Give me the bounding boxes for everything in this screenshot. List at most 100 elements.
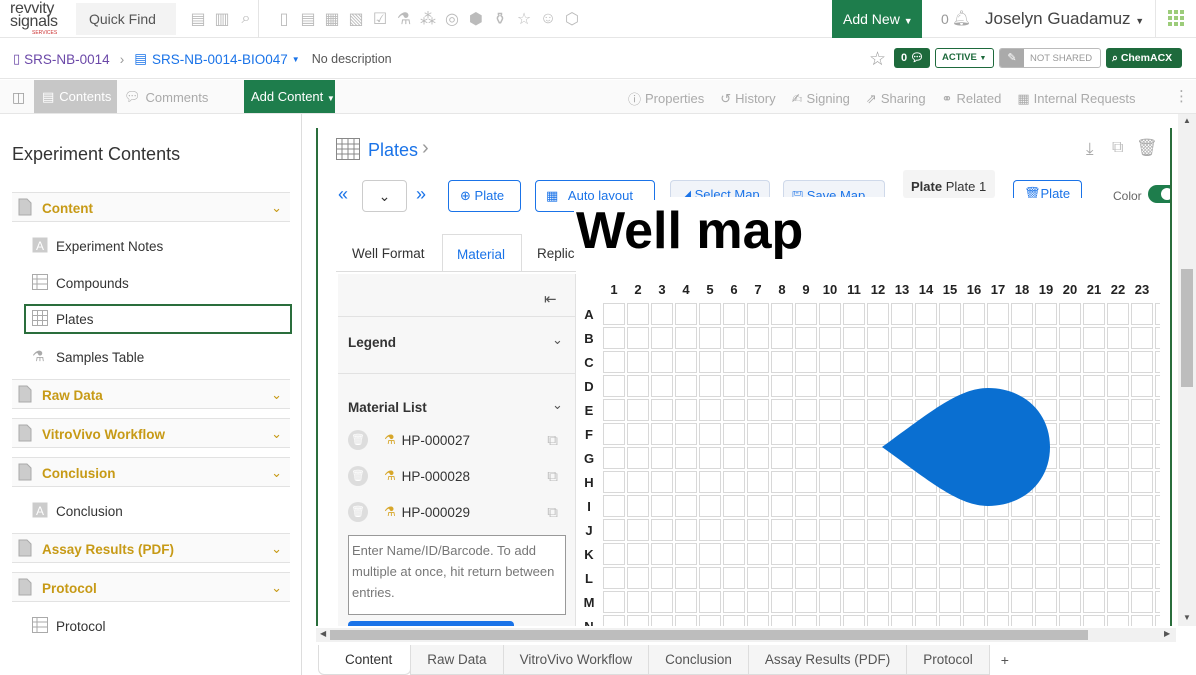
caret-down-icon[interactable]: ▼ [292,55,300,64]
material-search-textarea[interactable]: Enter Name/ID/Barcode. To add multiple a… [348,535,566,615]
well-cell[interactable] [1035,303,1057,325]
well-cell[interactable] [723,375,745,397]
trash-circle-icon[interactable]: 🗑︎ [348,430,368,450]
well-cell[interactable] [867,543,889,565]
well-cell[interactable] [771,303,793,325]
well-cell[interactable] [819,303,841,325]
column-header[interactable]: 4 [682,282,690,297]
well-cell[interactable] [771,615,793,627]
well-cell[interactable] [915,519,937,541]
history-button[interactable]: History [735,91,775,106]
well-cell[interactable] [987,543,1009,565]
well-cell[interactable] [795,519,817,541]
well-cell[interactable] [699,351,721,373]
horizontal-scrollbar[interactable]: ◀ ▶ [316,628,1176,642]
description-text[interactable]: No description [312,52,392,66]
well-cell[interactable] [795,615,817,627]
well-cell[interactable] [939,615,961,627]
well-cell[interactable] [1107,615,1129,627]
well-cell[interactable] [1131,351,1153,373]
well-cell[interactable] [747,495,769,517]
chevron-down-icon[interactable]: ⌄ [552,397,563,413]
well-cell[interactable] [651,327,673,349]
well-cell[interactable] [771,471,793,493]
well-cell[interactable] [603,591,625,613]
well-cell[interactable] [1131,567,1153,589]
well-cell[interactable] [675,567,697,589]
color-toggle[interactable] [1148,185,1170,203]
panel-toggle-icon[interactable]: ◫ [12,89,25,106]
well-cell[interactable] [747,399,769,421]
well-cell[interactable] [1107,447,1129,469]
row-header[interactable]: C [584,355,594,370]
well-cell[interactable] [675,351,697,373]
well-cell[interactable] [627,471,649,493]
arrow-up-icon[interactable]: ▲ [1183,116,1191,125]
well-cell[interactable] [891,351,913,373]
well-cell[interactable] [1107,303,1129,325]
well-cell[interactable] [603,543,625,565]
well-cell[interactable] [1083,471,1105,493]
well-cell[interactable] [1131,423,1153,445]
well-cell[interactable] [723,615,745,627]
well-cell[interactable] [603,519,625,541]
well-cell[interactable] [1059,519,1081,541]
well-cell[interactable] [747,567,769,589]
plate-name-field[interactable]: Plate Plate 1 [903,170,995,198]
well-cell[interactable] [915,543,937,565]
well-cell[interactable] [1155,615,1161,627]
well-cell[interactable] [603,567,625,589]
section-assay-results[interactable]: Assay Results (PDF) ⌄ [12,533,290,563]
well-cell[interactable] [651,447,673,469]
well-cell[interactable] [915,303,937,325]
arrow-down-icon[interactable]: ▼ [1183,613,1191,622]
row-header[interactable]: G [584,451,594,466]
well-cell[interactable] [819,375,841,397]
well-cell[interactable] [1155,303,1161,325]
well-cell[interactable] [651,567,673,589]
well-cell[interactable] [627,615,649,627]
column-header[interactable]: 21 [1087,282,1101,297]
save-map-button[interactable]: 🖫︎ Save Map [783,180,885,197]
well-cell[interactable] [771,447,793,469]
well-cell[interactable] [1083,351,1105,373]
well-cell[interactable] [675,591,697,613]
plate-select-dropdown[interactable]: ⌄ [362,180,407,212]
well-cell[interactable] [819,615,841,627]
sidebar-item-plates[interactable]: Plates [24,304,292,334]
image-icon[interactable]: ▧ [344,9,368,29]
tab-material[interactable]: Material [442,234,522,272]
well-cell[interactable] [795,303,817,325]
well-cell[interactable] [843,615,865,627]
well-cell[interactable] [1107,471,1129,493]
well-cell[interactable] [1059,303,1081,325]
column-header[interactable]: 19 [1039,282,1053,297]
well-cell[interactable] [723,399,745,421]
well-cell[interactable] [1059,471,1081,493]
well-cell[interactable] [723,591,745,613]
well-cell[interactable] [1131,327,1153,349]
plates-title[interactable]: Plates [368,140,418,161]
properties-button[interactable]: Properties [645,91,704,106]
badge-icon[interactable]: ◎ [440,9,464,29]
row-header[interactable]: I [587,499,591,514]
well-cell[interactable] [651,543,673,565]
well-cell[interactable] [843,591,865,613]
well-cell[interactable] [795,423,817,445]
material-list-header[interactable]: Material List [348,400,427,415]
well-cell[interactable] [651,495,673,517]
quick-find-input[interactable]: Quick Find [76,3,176,35]
well-cell[interactable] [843,303,865,325]
well-cell[interactable] [747,543,769,565]
well-cell[interactable] [1155,471,1161,493]
copy-icon[interactable]: ⧉ [547,432,558,449]
trash-circle-icon[interactable]: 🗑︎ [348,502,368,522]
well-cell[interactable] [771,327,793,349]
collapse-panel-icon[interactable]: ⇤ [544,290,557,308]
chart-icon[interactable]: ▥ [210,9,234,29]
well-cell[interactable] [1035,351,1057,373]
well-cell[interactable] [603,327,625,349]
well-cell[interactable] [603,615,625,627]
well-cell[interactable] [771,567,793,589]
trash-icon[interactable]: 🗑︎ [1136,138,1158,158]
